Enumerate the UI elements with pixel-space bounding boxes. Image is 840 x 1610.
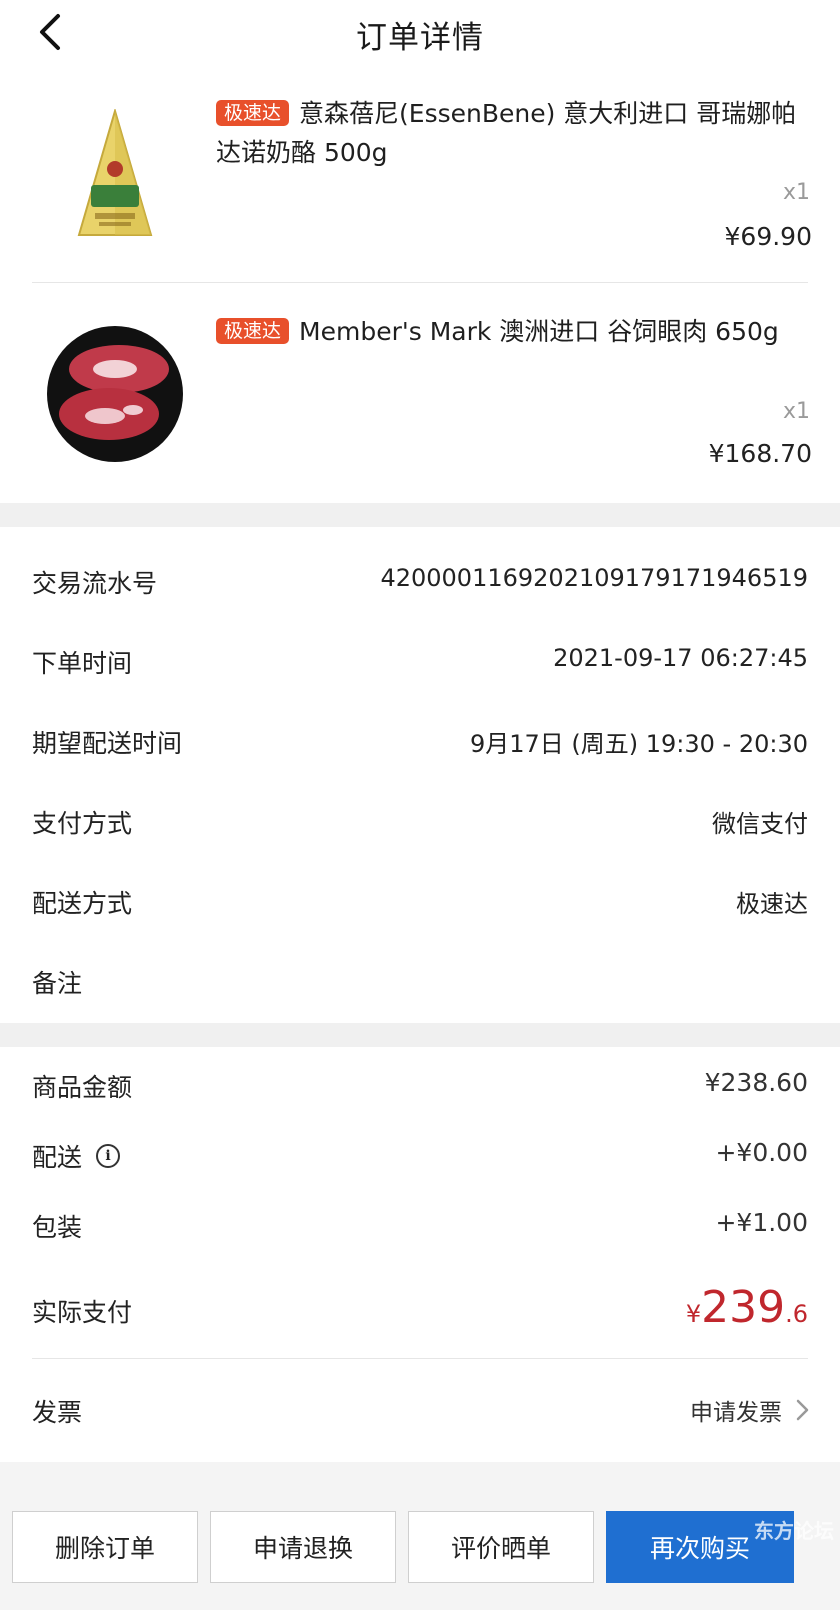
delete-order-button[interactable]: 删除订单 bbox=[12, 1511, 198, 1583]
steak-image bbox=[47, 326, 183, 462]
header-bar: 订单详情 bbox=[0, 0, 840, 66]
actual-payment-value: ¥239.6 bbox=[686, 1282, 808, 1333]
cheese-wedge-image bbox=[77, 109, 153, 236]
express-tag: 极速达 bbox=[216, 100, 290, 126]
product-image bbox=[40, 319, 190, 469]
info-value: 微信支付 bbox=[712, 810, 808, 838]
request-return-button[interactable]: 申请退换 bbox=[210, 1511, 396, 1583]
section-divider bbox=[0, 503, 840, 527]
product-quantity: x1 bbox=[782, 399, 810, 424]
currency-symbol: ¥ bbox=[685, 1300, 702, 1328]
goods-amount-label: 商品金额 bbox=[32, 1073, 133, 1102]
product-title: 极速达 Member's Mark 澳洲进口 谷饲眼肉 650g bbox=[216, 312, 816, 351]
info-label: 交易流水号 bbox=[32, 569, 158, 598]
product-image bbox=[40, 102, 190, 252]
info-label: 备注 bbox=[32, 969, 83, 998]
express-tag: 极速达 bbox=[216, 318, 290, 344]
packaging-fee-label: 包装 bbox=[32, 1213, 83, 1242]
info-icon[interactable]: i bbox=[96, 1144, 121, 1168]
actual-payment-label: 实际支付 bbox=[32, 1298, 133, 1327]
packaging-fee-value: +¥1.00 bbox=[715, 1208, 808, 1237]
info-label: 支付方式 bbox=[32, 809, 133, 838]
review-order-button[interactable]: 评价晒单 bbox=[408, 1511, 594, 1583]
info-value: 极速达 bbox=[736, 890, 808, 918]
invoice-label: 发票 bbox=[32, 1398, 83, 1427]
info-label: 下单时间 bbox=[32, 649, 133, 678]
request-invoice-text: 申请发票 bbox=[690, 1400, 782, 1426]
info-label: 配送方式 bbox=[32, 889, 133, 918]
info-row-transaction-id: 交易流水号 4200001169202109179171946519 bbox=[0, 556, 840, 606]
product-item[interactable]: 极速达 Member's Mark 澳洲进口 谷饲眼肉 650g x1 ¥168.… bbox=[0, 283, 840, 503]
info-row-payment-method: 支付方式 微信支付 bbox=[0, 796, 840, 846]
delivery-fee-text: 配送 bbox=[32, 1143, 83, 1172]
divider bbox=[32, 1358, 808, 1359]
page-title: 订单详情 bbox=[356, 20, 484, 56]
request-invoice-link[interactable]: 申请发票 bbox=[690, 1393, 812, 1427]
section-divider bbox=[0, 1023, 840, 1047]
product-price: ¥69.90 bbox=[724, 222, 812, 251]
info-value: 9月17日 (周五) 19:30 - 20:30 bbox=[469, 730, 808, 758]
amount-integer: 239 bbox=[701, 1282, 786, 1333]
chevron-right-icon bbox=[796, 1399, 809, 1421]
product-price: ¥168.70 bbox=[708, 439, 812, 468]
info-row-delivery-window: 期望配送时间 9月17日 (周五) 19:30 - 20:30 bbox=[0, 716, 840, 766]
info-value: 4200001169202109179171946519 bbox=[380, 564, 808, 592]
goods-amount-value: ¥238.60 bbox=[704, 1068, 808, 1097]
delivery-fee-value: +¥0.00 bbox=[715, 1138, 808, 1167]
info-row-delivery-method: 配送方式 极速达 bbox=[0, 876, 840, 926]
product-item[interactable]: 极速达 意森蓓尼(EssenBene) 意大利进口 哥瑞娜帕达诺奶酪 500g x… bbox=[0, 82, 840, 282]
delivery-fee-label: 配送 i bbox=[32, 1138, 121, 1174]
amount-decimal: .6 bbox=[785, 1300, 808, 1328]
product-quantity: x1 bbox=[782, 180, 810, 205]
info-row-remark: 备注 bbox=[0, 956, 840, 1006]
info-value: 2021-09-17 06:27:45 bbox=[553, 644, 808, 672]
product-title: 极速达 意森蓓尼(EssenBene) 意大利进口 哥瑞娜帕达诺奶酪 500g bbox=[216, 99, 797, 167]
info-row-order-time: 下单时间 2021-09-17 06:27:45 bbox=[0, 636, 840, 686]
info-label: 期望配送时间 bbox=[32, 729, 183, 758]
forum-watermark: 东方论坛 bbox=[754, 1519, 834, 1543]
